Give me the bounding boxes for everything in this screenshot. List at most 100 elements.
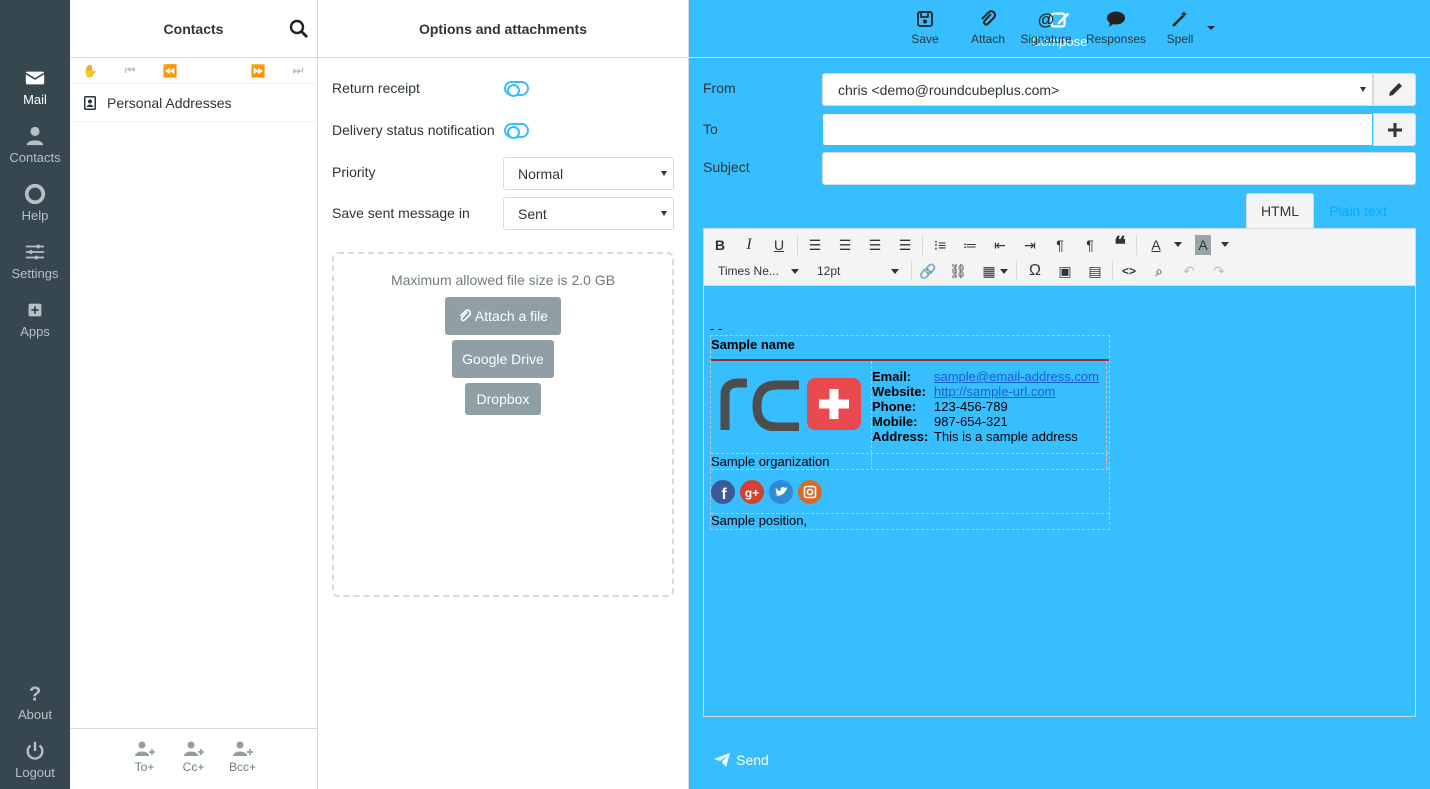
dropbox-button[interactable]: Dropbox (465, 383, 541, 415)
add-to-button[interactable]: To+ (130, 741, 159, 789)
nav-settings[interactable]: Settings (0, 232, 70, 290)
add-cc-button[interactable]: Cc+ (179, 741, 208, 789)
nav-contacts[interactable]: Contacts (0, 116, 70, 174)
ltr-icon[interactable]: ¶ (1079, 235, 1101, 255)
chevron-down-icon (1360, 87, 1366, 92)
background-color-icon[interactable]: A (1195, 235, 1211, 255)
signature-button[interactable]: @ Signature (1019, 10, 1073, 46)
redo-icon[interactable]: ↷ (1208, 261, 1230, 281)
email-link[interactable]: sample@email-address.com (934, 369, 1099, 384)
priority-select[interactable]: Normal (503, 157, 674, 190)
nav-apps[interactable]: Apps (0, 290, 70, 348)
text-color-icon[interactable]: A (1145, 235, 1167, 255)
first-page-icon[interactable]: ⏮ (120, 62, 140, 80)
lifebuoy-icon (24, 183, 46, 205)
unlink-icon[interactable]: ⛓ (947, 261, 969, 281)
message-editor[interactable]: B I U ☰ ☰ ☰ ☰ ⁝≡ ≔ ⇤ ⇥ ¶ ¶ ❝ A A Times N… (703, 228, 1416, 717)
select-hand-icon[interactable]: ✋ (80, 62, 100, 80)
save-sent-select[interactable]: Sent (503, 197, 674, 230)
rtl-icon[interactable]: ¶ (1049, 235, 1071, 255)
underline-icon[interactable]: U (768, 235, 790, 255)
attach-button[interactable]: Attach (969, 10, 1007, 46)
edit-identity-button[interactable] (1373, 73, 1416, 106)
search-icon[interactable] (289, 19, 309, 39)
compose-panel: Save Attach @ Signature Responses Spell … (689, 0, 1430, 789)
twitter-icon[interactable] (769, 479, 793, 504)
align-right-icon[interactable]: ☰ (864, 235, 886, 255)
align-left-icon[interactable]: ☰ (804, 235, 826, 255)
chevron-down-icon[interactable] (1000, 269, 1008, 274)
send-button[interactable]: Send (703, 741, 779, 779)
spell-button[interactable]: Spell (1165, 10, 1195, 46)
table-icon[interactable]: ▦ (978, 261, 1000, 281)
pencil-icon (1388, 82, 1402, 96)
italic-icon[interactable]: I (738, 235, 760, 255)
attach-file-button[interactable]: Attach a file (445, 297, 561, 335)
numbered-list-icon[interactable]: ≔ (959, 235, 981, 255)
add-recipient-button[interactable] (1373, 113, 1416, 146)
sig-main-row: Email: sample@email-address.com Website: h… (711, 361, 1109, 454)
subject-input[interactable] (822, 152, 1416, 185)
question-icon: ? (29, 683, 41, 704)
add-bcc-button[interactable]: Bcc+ (228, 741, 257, 789)
outdent-icon[interactable]: ⇤ (989, 235, 1011, 255)
link-icon[interactable]: 🔗 (917, 261, 939, 281)
tab-html[interactable]: HTML (1246, 193, 1314, 228)
chevron-down-icon[interactable] (1174, 242, 1182, 247)
chevron-down-icon[interactable] (1221, 242, 1229, 247)
subject-label: Subject (703, 159, 750, 175)
bold-icon[interactable]: B (709, 235, 731, 255)
delivery-status-toggle[interactable] (504, 123, 529, 139)
priority-value: Normal (518, 166, 564, 182)
website-link[interactable]: http://sample-url.com (934, 384, 1055, 399)
nav-logout[interactable]: Logout (0, 731, 70, 789)
blockquote-icon[interactable]: ❝ (1109, 232, 1131, 257)
save-button[interactable]: Save (911, 10, 939, 46)
special-char-icon[interactable]: Ω (1024, 261, 1046, 281)
to-input[interactable] (822, 113, 1373, 146)
google-drive-button[interactable]: Google Drive (452, 340, 554, 378)
prev-page-icon[interactable]: ⏪ (160, 62, 180, 80)
last-page-icon[interactable]: ⏭ (288, 62, 308, 80)
instagram-icon[interactable] (798, 479, 822, 504)
next-page-icon[interactable]: ⏩ (248, 62, 268, 80)
from-select[interactable]: chris <demo@roundcubeplus.com> (822, 73, 1373, 106)
bullet-list-icon[interactable]: ⁝≡ (929, 235, 951, 255)
nav-help-label: Help (21, 208, 49, 223)
toolbar-separator (922, 235, 923, 255)
image-icon[interactable]: ▣ (1054, 261, 1076, 281)
sig-position: Sample position, (711, 513, 808, 528)
sig-organization: Sample organization (711, 454, 872, 469)
chevron-down-icon[interactable] (891, 269, 899, 274)
find-replace-icon[interactable]: ⌕ (1148, 261, 1170, 281)
contacts-pager: ✋ ⏮ ⏪ ⏩ ⏭ (70, 58, 317, 84)
media-icon[interactable]: ▤ (1084, 261, 1106, 281)
return-receipt-toggle[interactable] (504, 81, 529, 97)
nav-mail[interactable]: Mail (0, 58, 70, 116)
nav-mail-label: Mail (23, 92, 47, 107)
facebook-icon[interactable]: f (711, 479, 735, 504)
nav-about[interactable]: ? About (0, 673, 70, 731)
source-code-icon[interactable]: <> (1118, 261, 1140, 281)
responses-button[interactable]: Responses (1085, 10, 1147, 46)
editor-toolbar: B I U ☰ ☰ ☰ ☰ ⁝≡ ≔ ⇤ ⇥ ¶ ¶ ❝ A A Times N… (704, 229, 1415, 286)
align-center-icon[interactable]: ☰ (834, 235, 856, 255)
return-receipt-label: Return receipt (332, 80, 420, 96)
font-family-select[interactable]: Times Ne... (718, 264, 779, 278)
chevron-down-icon[interactable] (791, 269, 799, 274)
google-plus-icon[interactable]: g+ (740, 479, 764, 504)
address-book-item[interactable]: Personal Addresses (70, 84, 317, 122)
indent-icon[interactable]: ⇥ (1019, 235, 1041, 255)
signature-block: Sample name Email: sample@email-address.c… (710, 335, 1110, 530)
attachment-dropzone[interactable]: Maximum allowed file size is 2.0 GB Atta… (332, 252, 674, 597)
sig-empty-cell (872, 454, 1107, 469)
nav-help[interactable]: Help (0, 174, 70, 232)
undo-icon[interactable]: ↶ (1178, 261, 1200, 281)
toolbar-separator (1112, 261, 1113, 281)
rc-plus-logo-icon (720, 378, 861, 431)
tab-plain-text[interactable]: Plain text (1319, 193, 1397, 228)
align-justify-icon[interactable]: ☰ (894, 235, 916, 255)
font-size-select[interactable]: 12pt (817, 264, 840, 278)
save-sent-label: Save sent message in (332, 205, 470, 221)
spell-dropdown-icon[interactable] (1206, 25, 1216, 31)
